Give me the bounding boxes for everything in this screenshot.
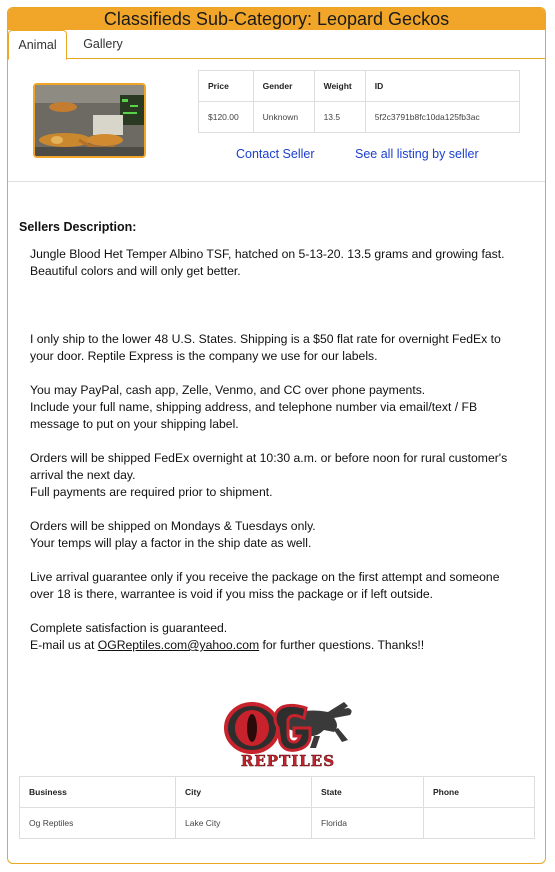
logo-image: REPTILES <box>224 702 352 770</box>
logo-text: REPTILES <box>241 752 335 768</box>
description-paragraph: Full payments are required prior to ship… <box>30 485 273 499</box>
weight-header: Weight <box>313 70 366 102</box>
price-header: Price <box>198 70 254 102</box>
page-title: Classifieds Sub-Category: Leopard Geckos <box>8 8 545 30</box>
gender-header: Gender <box>252 70 315 102</box>
city-header: City <box>175 776 312 808</box>
description-paragraph: Your temps will play a factor in the shi… <box>30 536 312 550</box>
description-paragraph: Orders will be shipped FedEx overnight a… <box>30 451 508 482</box>
phone-value <box>423 807 535 839</box>
business-header: Business <box>19 776 176 808</box>
classified-panel: Classifieds Sub-Category: Leopard Geckos… <box>7 7 546 864</box>
description-paragraph: Live arrival guarantee only if you recei… <box>30 570 500 601</box>
table-row: Og Reptiles Lake City Florida <box>19 807 535 839</box>
city-value: Lake City <box>175 807 312 839</box>
description-paragraph: I only ship to the lower 48 U.S. States.… <box>30 332 501 363</box>
section-divider <box>8 181 545 182</box>
email-prefix: E-mail us at <box>30 638 98 652</box>
id-value: 5f2c3791b8fc10da125fb3ac <box>364 101 521 133</box>
listing-details-table: Price Gender Weight ID $120.00 Unknown 1… <box>198 70 521 133</box>
description-paragraph: Orders will be shipped on Mondays & Tues… <box>30 519 316 533</box>
phone-header: Phone <box>423 776 535 808</box>
description-paragraph: Jungle Blood Het Temper Albino TSF, hatc… <box>30 247 505 278</box>
description-paragraph: You may PayPal, cash app, Zelle, Venmo, … <box>30 383 426 397</box>
tab-animal[interactable]: Animal <box>8 30 67 60</box>
gecko-photo-image <box>35 85 144 156</box>
email-link[interactable]: OGReptiles.com@yahoo.com <box>98 638 259 652</box>
og-reptiles-logo: REPTILES <box>216 696 360 770</box>
listing-photo[interactable] <box>33 83 146 158</box>
seller-description: Jungle Blood Het Temper Albino TSF, hatc… <box>30 246 510 654</box>
table-header-row: Price Gender Weight ID <box>198 70 521 102</box>
state-header: State <box>311 776 424 808</box>
tab-gallery[interactable]: Gallery <box>67 30 139 60</box>
description-title: Sellers Description: <box>19 220 137 234</box>
description-paragraph: Complete satisfaction is guaranteed. <box>30 621 228 635</box>
tab-bar: Animal Gallery <box>8 30 545 60</box>
id-header: ID <box>364 70 521 102</box>
description-paragraph: E-mail us at OGReptiles.com@yahoo.com fo… <box>30 637 510 654</box>
business-table: Business City State Phone Og Reptiles La… <box>19 776 535 839</box>
weight-value: 13.5 <box>313 101 366 133</box>
price-value: $120.00 <box>198 101 254 133</box>
email-suffix: for further questions. Thanks!! <box>259 638 425 652</box>
see-all-listings-link[interactable]: See all listing by seller <box>355 147 479 161</box>
gender-value: Unknown <box>252 101 315 133</box>
contact-seller-link[interactable]: Contact Seller <box>236 147 315 161</box>
table-row: $120.00 Unknown 13.5 5f2c3791b8fc10da125… <box>198 101 521 133</box>
table-header-row: Business City State Phone <box>19 776 535 808</box>
description-paragraph: Include your full name, shipping address… <box>30 400 478 431</box>
business-value: Og Reptiles <box>19 807 176 839</box>
state-value: Florida <box>311 807 424 839</box>
